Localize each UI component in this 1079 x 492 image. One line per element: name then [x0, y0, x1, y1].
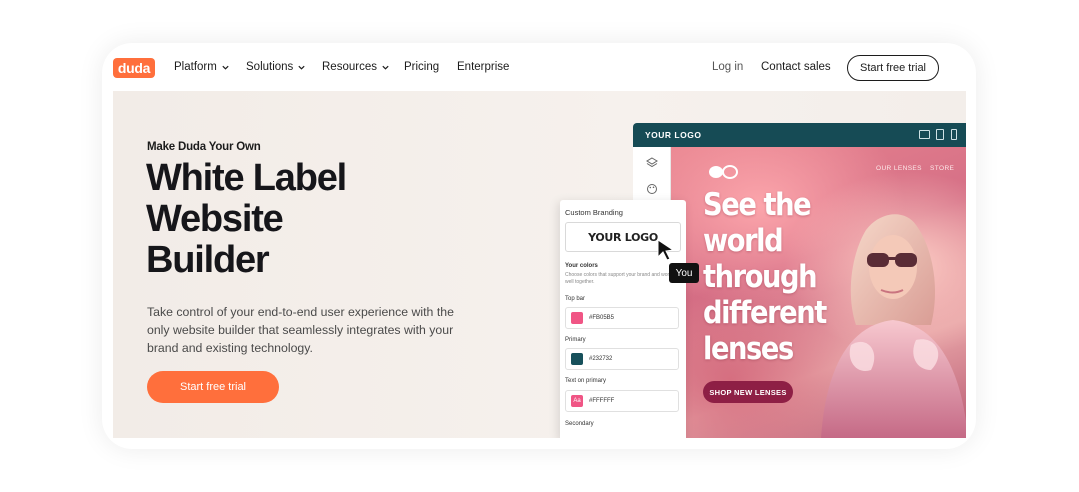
contact-sales-link[interactable]: Contact sales [761, 61, 831, 73]
site-nav-lenses[interactable]: OUR LENSES [876, 165, 922, 172]
desktop-icon[interactable] [919, 130, 930, 139]
layers-icon[interactable] [646, 157, 658, 169]
color-label-primary: Primary [565, 337, 586, 343]
mobile-icon[interactable] [951, 129, 957, 140]
color-swatch[interactable] [571, 312, 583, 324]
color-label-text-on-primary: Text on primary [565, 378, 607, 384]
color-field-top-bar[interactable]: #FB05B5 [565, 307, 679, 329]
hero-section: Make Duda Your Own White Label Website B… [113, 91, 966, 438]
your-colors-description: Choose colors that support your brand an… [565, 272, 672, 285]
your-colors-heading: Your colors [565, 263, 598, 269]
hero-eyebrow: Make Duda Your Own [147, 141, 261, 153]
nav-pricing[interactable]: Pricing [404, 61, 439, 73]
brand-mark-icon [709, 165, 738, 179]
chevron-down-icon [222, 65, 229, 70]
site-nav-store[interactable]: STORE [930, 165, 954, 172]
nav-platform[interactable]: Platform [174, 61, 230, 73]
nav-enterprise[interactable]: Enterprise [457, 61, 509, 73]
color-swatch[interactable] [571, 353, 583, 365]
site-top-bar: YOUR LOGO [633, 123, 966, 147]
hero-start-trial-button[interactable]: Start free trial [147, 371, 279, 403]
cursor-pointer-icon [657, 239, 675, 261]
chevron-down-icon [298, 65, 305, 70]
start-free-trial-button[interactable]: Start free trial [847, 55, 939, 81]
hero-headline: White Label Website Builder [146, 157, 347, 281]
palette-icon[interactable] [646, 183, 658, 195]
shop-new-lenses-button[interactable]: SHOP NEW LENSES [703, 381, 793, 403]
color-field-text-on-primary[interactable]: Aa #FFFFFF [565, 390, 679, 412]
color-field-primary[interactable]: #232732 [565, 348, 679, 370]
nav-resources[interactable]: Resources [322, 61, 390, 73]
site-logo-text: YOUR LOGO [645, 130, 702, 140]
duda-logo[interactable]: duda [113, 58, 155, 78]
top-nav: duda Platform Solutions Resources Pricin… [102, 43, 976, 91]
color-label-top-bar: Top bar [565, 296, 586, 302]
site-headline: See the world through different lenses [703, 187, 827, 367]
chevron-down-icon [382, 65, 389, 70]
hero-image: OUR LENSES STORE See the world through d… [671, 147, 966, 438]
branding-title: Custom Branding [565, 208, 623, 217]
tablet-icon[interactable] [936, 129, 944, 140]
login-link[interactable]: Log in [712, 61, 743, 73]
custom-branding-panel: Custom Branding YOUR LOGO Your colors Ch… [560, 200, 686, 438]
text-color-swatch[interactable]: Aa [571, 395, 583, 407]
color-label-secondary: Secondary [565, 421, 594, 427]
hero-description: Take control of your end-to-end user exp… [147, 305, 454, 355]
cursor-user-tag: You [669, 263, 699, 283]
browser-frame: duda Platform Solutions Resources Pricin… [102, 43, 976, 449]
nav-solutions[interactable]: Solutions [246, 61, 306, 73]
